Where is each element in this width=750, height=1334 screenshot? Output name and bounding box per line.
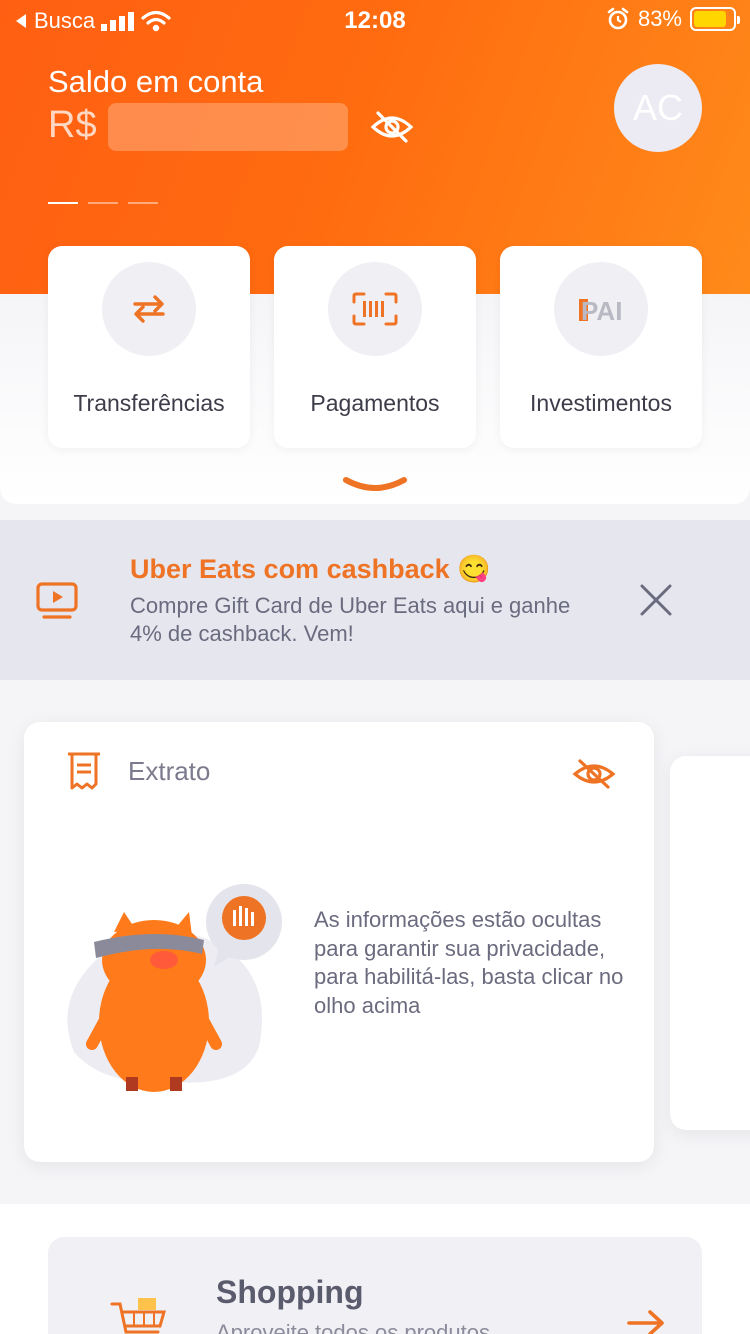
shortcut-investimentos[interactable]: PAI Investimentos [500,246,702,448]
barcode-scan-icon [352,292,398,326]
carousel-dot [128,202,158,204]
shopping-cart-icon [110,1298,166,1334]
promo-emoji: 😋 [457,554,491,584]
shortcut-label: Pagamentos [310,390,440,416]
next-card-peek[interactable] [670,756,750,1130]
battery-percent: 83% [637,6,682,31]
shopping-title: Shopping [216,1274,364,1310]
balance-currency: R$ [48,104,97,146]
video-icon [36,582,78,619]
shortcut-pagamentos[interactable]: Pagamentos [274,246,476,448]
receipt-icon [68,752,100,790]
expand-shortcuts-chevron-icon[interactable] [342,474,408,496]
status-bar: Busca 12:08 83% [0,0,750,40]
shortcut-icon-circle [102,262,196,356]
status-right: 83% [606,6,740,32]
battery-icon [690,7,740,31]
arrow-right-icon[interactable] [626,1308,666,1334]
extrato-title: Extrato [128,756,211,786]
app-screen: Busca 12:08 83% Saldo em conta R$ AC Tra… [0,0,750,1334]
shortcut-label: Investimentos [530,390,672,416]
transfer-arrows-icon [133,295,165,323]
balance-label: Saldo em conta [48,64,264,99]
close-icon[interactable] [636,580,676,620]
balance-hidden-mask [108,103,348,151]
alarm-clock-icon [607,7,629,30]
battery-level [694,11,726,27]
shortcut-transferencias[interactable]: Transferências [48,246,250,448]
privacy-message: As informações estão ocultas para garant… [314,907,624,1018]
promo-description: Compre Gift Card de Uber Eats aqui e gan… [130,593,571,646]
shortcut-icon-circle: PAI [554,262,648,356]
carousel-dot [48,202,78,204]
pai-logo-icon: PAI [579,296,622,323]
shopping-subtitle: Aproveite todos os produtos [216,1320,490,1334]
eye-off-icon [370,111,414,143]
shortcut-icon-circle [328,262,422,356]
balance-carousel-indicator [48,202,158,204]
eye-off-icon[interactable] [572,756,616,792]
svg-text:PAI: PAI [581,296,622,323]
shortcut-label: Transferências [73,390,225,416]
blindfolded-pig-illustration [67,884,282,1092]
carousel-dot [88,202,118,204]
promo-title: Uber Eats com cashback 😋 [130,553,491,585]
promo-title-text: Uber Eats com cashback [130,554,450,584]
toggle-balance-visibility-button[interactable] [368,106,416,148]
profile-avatar[interactable]: AC [614,64,702,152]
